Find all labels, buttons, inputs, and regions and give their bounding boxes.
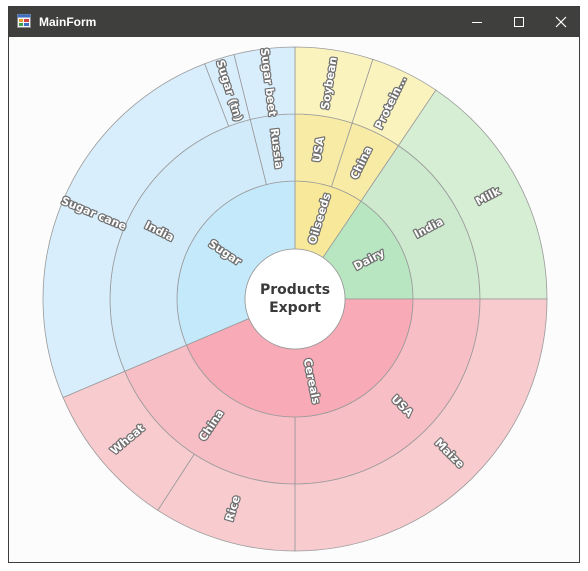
sunburst-chart[interactable]: OilseedsDairyCerealsSugarUSA ChinaIndiaUS… xyxy=(9,37,579,562)
minimize-button[interactable] xyxy=(457,7,497,37)
close-icon xyxy=(555,16,567,28)
maximize-button[interactable] xyxy=(499,7,539,37)
window-title: MainForm xyxy=(39,15,97,29)
center-label-line-1: Products xyxy=(260,282,330,298)
main-window: MainForm Oilseeds Dairy Cereals Sugar USA Chi… xyxy=(8,6,580,563)
close-button[interactable] xyxy=(541,7,581,37)
app-form-icon xyxy=(17,14,31,28)
client-area: Oilseeds Dairy Cereals Sugar USA China India US… xyxy=(9,37,579,562)
title-bar[interactable]: MainForm xyxy=(9,7,579,37)
minimize-icon xyxy=(472,22,482,23)
center-label-line-2: Export xyxy=(269,300,321,316)
center-hole xyxy=(244,248,346,350)
maximize-icon xyxy=(514,17,524,27)
